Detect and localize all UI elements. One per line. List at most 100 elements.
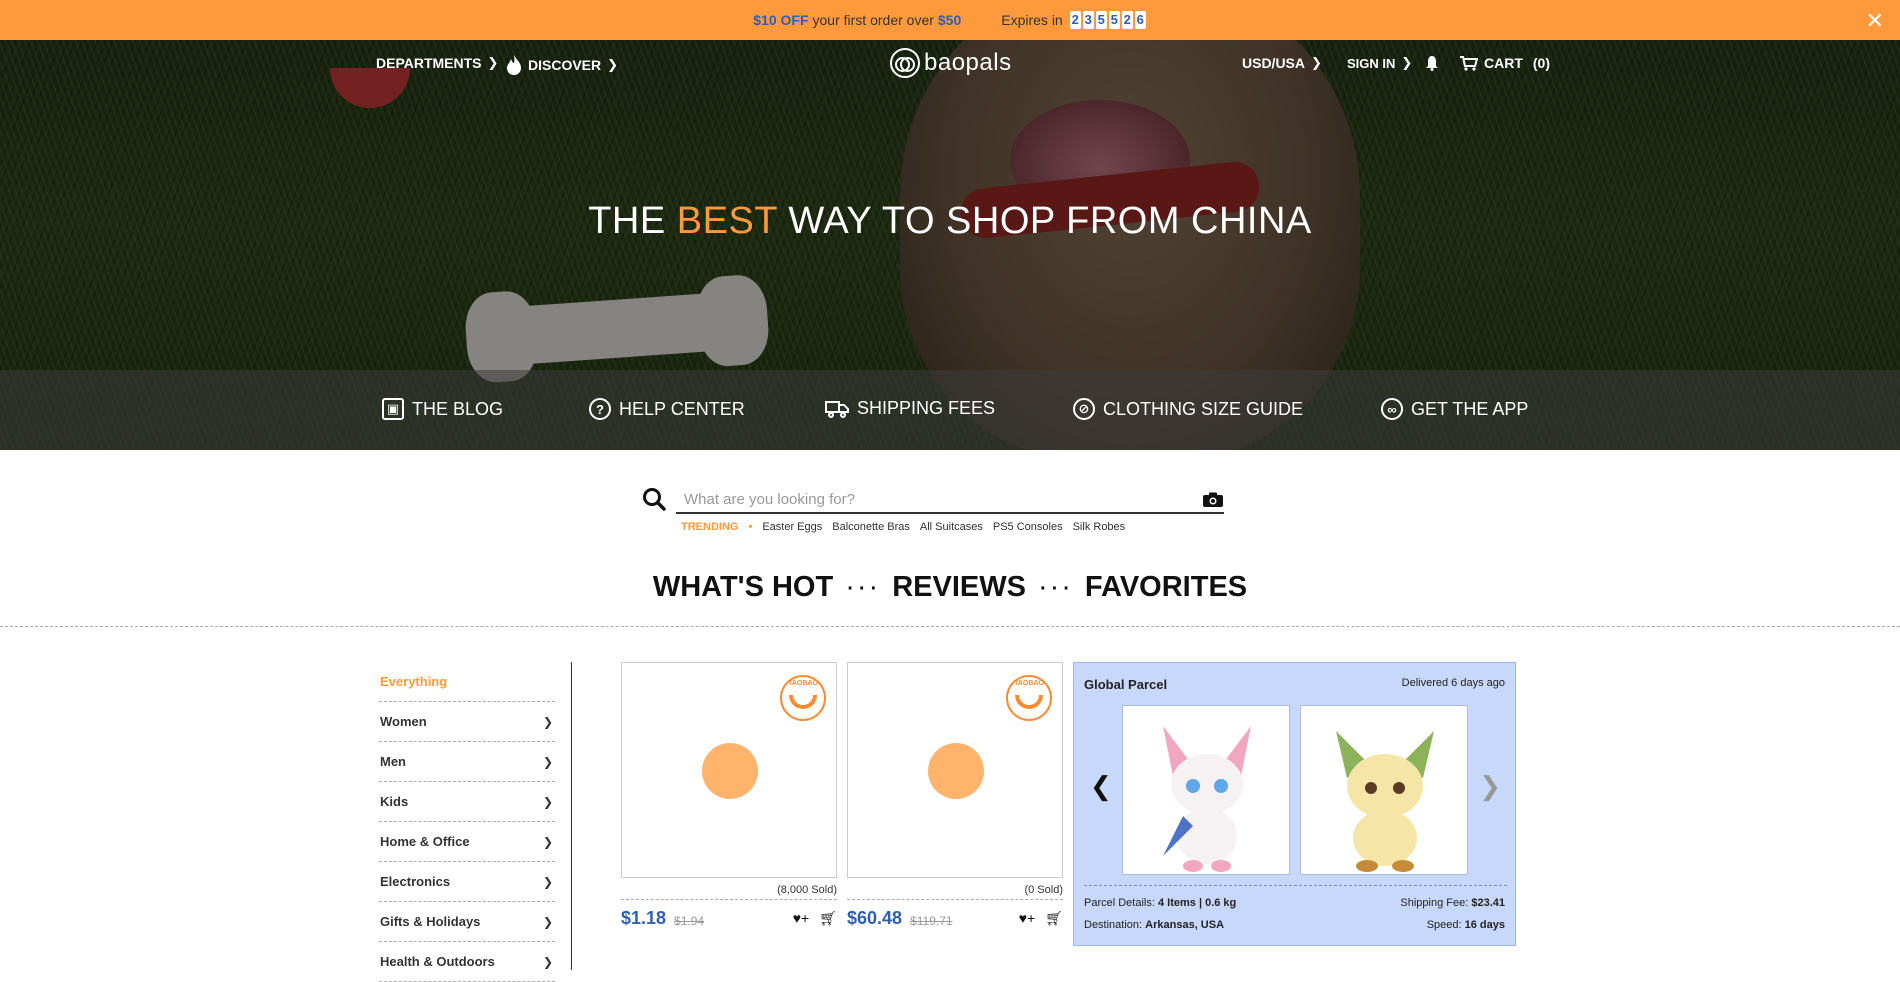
departments-menu[interactable]: DEPARTMENTS ❯ <box>376 55 498 71</box>
parcel-title: Global Parcel <box>1084 677 1168 692</box>
add-to-cart-icon[interactable]: 🛒︎ <box>1045 910 1063 927</box>
camera-icon[interactable] <box>1202 492 1224 508</box>
search-icon[interactable] <box>642 487 666 511</box>
hero-links-bar: ▣ THE BLOG ? HELP CENTER SHIPPING FEES ⊘… <box>0 370 1900 450</box>
search-underline <box>676 512 1224 514</box>
cart-button[interactable]: CART (0) <box>1460 55 1550 71</box>
sold-count: (0 Sold) <box>1024 884 1063 896</box>
image-icon: ▣ <box>382 398 404 420</box>
plush-toy-pink <box>1163 726 1251 872</box>
currency-selector[interactable]: USD/USA ❯ <box>1242 55 1322 71</box>
countdown-digit: 2 <box>1121 11 1133 29</box>
trending-link[interactable]: Easter Eggs <box>762 521 822 533</box>
chevron-right-icon: ❯ <box>487 55 499 70</box>
discover-menu[interactable]: DISCOVER ❯ <box>506 55 618 75</box>
add-favorite-icon[interactable]: ♥+ <box>1019 910 1036 927</box>
tab-whats-hot[interactable]: WHAT'S HOT <box>653 571 833 604</box>
truck-icon <box>825 400 849 418</box>
search-input[interactable] <box>684 487 1184 511</box>
chevron-right-icon: ❯ <box>607 57 619 72</box>
close-icon[interactable]: ✕ <box>1866 8 1884 34</box>
sign-in-link[interactable]: SIGN IN ❯ <box>1347 55 1412 71</box>
parcel-speed: Speed: 16 days <box>1426 919 1505 931</box>
chevron-right-icon: ❯ <box>542 834 553 849</box>
product-old-price: $119.71 <box>910 913 953 928</box>
promo-minimum: $50 <box>937 12 962 28</box>
sidebar-item-men[interactable]: Men ❯ <box>379 742 555 782</box>
chevron-right-icon: ❯ <box>542 794 553 809</box>
chevron-right-icon[interactable]: ❯ <box>1479 771 1501 802</box>
product-card[interactable]: TAOBAO (8,000 Sold) $1.18 $1.94 ♥+ 🛒︎ <box>621 662 837 929</box>
sold-count: (8,000 Sold) <box>777 884 837 896</box>
chevron-right-icon: ❯ <box>542 874 553 889</box>
loading-placeholder <box>928 743 984 799</box>
chevron-left-icon[interactable]: ❮ <box>1090 771 1112 802</box>
product-image[interactable]: TAOBAO <box>847 662 1063 878</box>
product-old-price: $1.94 <box>674 913 705 928</box>
parcel-destination: Destination: Arkansas, USA <box>1084 919 1225 931</box>
countdown-digit: 5 <box>1108 11 1120 29</box>
no-shirt-icon: ⊘ <box>1073 398 1095 420</box>
shipping-fees-link[interactable]: SHIPPING FEES <box>825 398 995 419</box>
sidebar-divider <box>571 662 572 970</box>
chevron-right-icon: ❯ <box>1401 55 1413 70</box>
loading-placeholder <box>702 743 758 799</box>
product-price: $1.18 <box>621 908 667 928</box>
parcel-item-image[interactable] <box>1122 705 1290 875</box>
notifications-button[interactable] <box>1425 55 1439 71</box>
chevron-right-icon: ❯ <box>542 714 553 729</box>
promo-text: your first order over <box>812 12 934 28</box>
cart-icon <box>1460 55 1478 71</box>
baopals-icon: ∞ <box>1381 398 1403 420</box>
tab-reviews[interactable]: REVIEWS <box>892 571 1026 604</box>
get-app-link[interactable]: ∞ GET THE APP <box>1381 398 1528 420</box>
section-tabs: WHAT'S HOT ··· REVIEWS ··· FAVORITES <box>652 571 1248 604</box>
plush-toy-green <box>1336 731 1434 872</box>
trending-link[interactable]: Silk Robes <box>1073 521 1126 533</box>
sidebar-item-home-office[interactable]: Home & Office ❯ <box>379 822 555 862</box>
countdown-digit: 3 <box>1082 11 1094 29</box>
parcel-item-image[interactable] <box>1300 705 1468 875</box>
taobao-badge-icon: TAOBAO <box>1006 675 1052 721</box>
fire-icon <box>507 55 521 75</box>
promo-amount: $10 OFF <box>753 12 809 28</box>
add-to-cart-icon[interactable]: 🛒︎ <box>819 910 837 927</box>
trending-label: TRENDING <box>681 521 739 533</box>
expires-label: Expires in <box>1001 12 1063 28</box>
trending-bar: TRENDING • Easter Eggs Balconette Bras A… <box>681 521 1126 533</box>
countdown-digit: 6 <box>1134 11 1146 29</box>
help-center-link[interactable]: ? HELP CENTER <box>589 398 745 420</box>
sidebar-item-gifts-holidays[interactable]: Gifts & Holidays ❯ <box>379 902 555 942</box>
blog-link[interactable]: ▣ THE BLOG <box>382 398 503 420</box>
parcel-delivered: Delivered 6 days ago <box>1401 677 1505 689</box>
product-price: $60.48 <box>847 908 903 928</box>
sidebar-item-electronics[interactable]: Electronics ❯ <box>379 862 555 902</box>
product-card[interactable]: TAOBAO (0 Sold) $60.48 $119.71 ♥+ 🛒︎ <box>847 662 1063 929</box>
trending-link[interactable]: All Suitcases <box>920 521 983 533</box>
chevron-right-icon: ❯ <box>542 914 553 929</box>
question-icon: ? <box>589 398 611 420</box>
product-image[interactable]: TAOBAO <box>621 662 837 878</box>
hero-headline: THE BEST WAY TO SHOP FROM CHINA <box>588 200 1312 242</box>
sidebar-item-health-outdoors[interactable]: Health & Outdoors ❯ <box>379 942 555 982</box>
global-parcel-card: Global Parcel Delivered 6 days ago ❮ ❯ P… <box>1073 662 1516 946</box>
countdown-digit: 5 <box>1095 11 1107 29</box>
countdown-digit: 2 <box>1069 11 1081 29</box>
parcel-shipping-fee: Shipping Fee: $23.41 <box>1400 897 1505 909</box>
chevron-right-icon: ❯ <box>1311 55 1322 70</box>
baopals-logo[interactable]: baopals <box>890 48 1012 78</box>
bell-icon <box>1426 56 1438 71</box>
size-guide-link[interactable]: ⊘ CLOTHING SIZE GUIDE <box>1073 398 1303 420</box>
tab-favorites[interactable]: FAVORITES <box>1085 571 1247 604</box>
sidebar-item-women[interactable]: Women ❯ <box>379 702 555 742</box>
trending-link[interactable]: PS5 Consoles <box>993 521 1063 533</box>
trending-link[interactable]: Balconette Bras <box>832 521 910 533</box>
category-sidebar: Everything Women ❯ Men ❯ Kids ❯ Home & O… <box>379 662 555 982</box>
chevron-right-icon: ❯ <box>542 754 553 769</box>
chevron-right-icon: ❯ <box>542 954 553 969</box>
sidebar-item-everything[interactable]: Everything <box>379 662 555 702</box>
sidebar-item-kids[interactable]: Kids ❯ <box>379 782 555 822</box>
section-divider <box>0 626 1900 627</box>
add-favorite-icon[interactable]: ♥+ <box>793 910 810 927</box>
taobao-badge-icon: TAOBAO <box>780 675 826 721</box>
